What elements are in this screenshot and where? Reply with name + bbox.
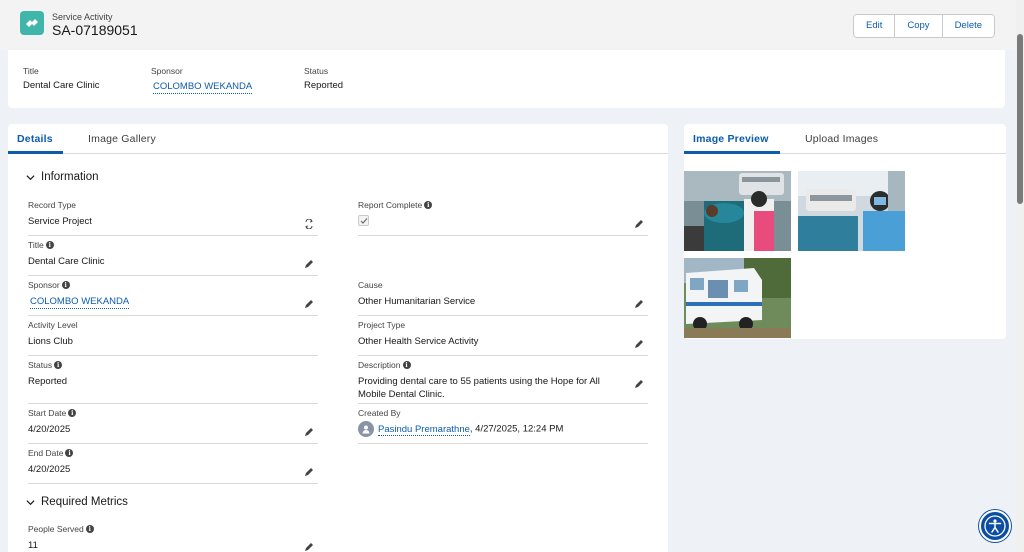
- title-value: Dental Care Clinic: [28, 256, 105, 267]
- required-metrics-heading: Required Metrics: [41, 496, 128, 508]
- record-tabs: Details Image Gallery: [8, 124, 668, 154]
- highlight-status-label: Status: [304, 66, 329, 76]
- user-avatar-icon: [358, 421, 374, 437]
- project-type-value: Other Health Service Activity: [358, 336, 479, 347]
- report-complete-checkbox: [358, 215, 369, 226]
- object-type-label: Service Activity: [52, 12, 113, 22]
- tab-image-preview[interactable]: Image Preview: [693, 133, 769, 145]
- highlights-panel: Title Dental Care Clinic Sponsor COLOMBO…: [8, 50, 1005, 108]
- field-description: Description i Providing dental care to 55…: [358, 360, 648, 404]
- info-icon[interactable]: i: [402, 361, 411, 369]
- details-card: Details Image Gallery Information Record…: [8, 124, 668, 552]
- field-cause: Cause Other Humanitarian Service: [358, 280, 648, 316]
- field-people-served: People Served i 11: [28, 524, 318, 552]
- highlight-status-value: Reported: [304, 80, 344, 91]
- accessibility-button[interactable]: [979, 510, 1011, 542]
- checkmark-icon: [360, 217, 367, 224]
- field-start-date: Start Date i 4/20/2025: [28, 408, 318, 444]
- created-by-timestamp: , 4/27/2025, 12:24 PM: [469, 423, 564, 435]
- record-type-label: Record Type: [28, 200, 77, 210]
- information-section-toggle[interactable]: Information: [26, 171, 99, 183]
- chevron-down-icon: [26, 174, 35, 180]
- info-icon[interactable]: i: [65, 449, 74, 457]
- created-by-label: Created By: [358, 408, 401, 418]
- copy-button[interactable]: Copy: [895, 15, 943, 37]
- status-value: Reported: [28, 376, 68, 387]
- created-by-value: Pasindu Premarathne, 4/27/2025, 12:24 PM: [358, 421, 563, 437]
- chevron-down-icon: [26, 499, 35, 505]
- record-title: SA-07189051: [52, 22, 138, 38]
- created-by-user-link[interactable]: Pasindu Premarathne: [378, 423, 470, 436]
- field-title: Title i Dental Care Clinic: [28, 240, 318, 276]
- edit-pencil-icon[interactable]: [304, 542, 314, 552]
- highlight-title-label: Title: [23, 66, 39, 76]
- field-created-by: Created By Pasindu Premarathne, 4/27/202…: [358, 408, 648, 444]
- project-type-label: Project Type: [358, 320, 406, 330]
- people-served-value: 11: [28, 540, 38, 551]
- information-heading: Information: [41, 171, 99, 183]
- active-tab-indicator: [684, 151, 780, 154]
- field-activity-level: Activity Level Lions Club: [28, 320, 318, 356]
- image-thumbnail-2[interactable]: [798, 171, 905, 251]
- field-report-complete: Report Complete i: [358, 200, 648, 236]
- description-label: Description i: [358, 360, 411, 370]
- highlight-sponsor-link[interactable]: COLOMBO WEKANDA: [153, 81, 253, 94]
- edit-pencil-icon[interactable]: [304, 259, 314, 269]
- service-activity-icon: [20, 11, 44, 35]
- sponsor-link[interactable]: COLOMBO WEKANDA: [30, 295, 130, 309]
- cause-value: Other Humanitarian Service: [358, 296, 476, 307]
- change-record-type-icon[interactable]: [304, 219, 314, 229]
- required-metrics-section-toggle[interactable]: Required Metrics: [26, 496, 128, 508]
- end-date-value: 4/20/2025: [28, 464, 71, 475]
- description-value: Providing dental care to 55 patients usi…: [358, 376, 600, 400]
- title-label: Title i: [28, 240, 54, 250]
- tab-image-gallery[interactable]: Image Gallery: [88, 133, 156, 145]
- info-icon[interactable]: i: [85, 525, 94, 533]
- info-icon[interactable]: i: [424, 201, 433, 209]
- action-button-group: Edit Copy Delete: [853, 14, 996, 38]
- image-thumbnail-3[interactable]: [684, 258, 791, 338]
- edit-pencil-icon[interactable]: [634, 219, 644, 229]
- info-icon[interactable]: i: [61, 281, 70, 289]
- end-date-label: End Date i: [28, 448, 74, 458]
- activity-level-value: Lions Club: [28, 336, 73, 347]
- edit-pencil-icon[interactable]: [634, 299, 644, 309]
- edit-pencil-icon[interactable]: [304, 299, 314, 309]
- field-end-date: End Date i 4/20/2025: [28, 448, 318, 484]
- cause-label: Cause: [358, 280, 383, 290]
- info-icon[interactable]: i: [45, 241, 54, 249]
- start-date-label: Start Date i: [28, 408, 77, 418]
- tab-upload-images[interactable]: Upload Images: [805, 133, 878, 145]
- image-thumbnail-1[interactable]: [684, 171, 791, 251]
- field-status: Status i Reported: [28, 360, 318, 404]
- status-label: Status i: [28, 360, 63, 370]
- edit-pencil-icon[interactable]: [634, 339, 644, 349]
- accessibility-icon: [984, 515, 1006, 537]
- field-record-type: Record Type Service Project: [28, 200, 318, 236]
- image-panel: Image Preview Upload Images: [684, 124, 1006, 339]
- start-date-value: 4/20/2025: [28, 424, 71, 435]
- activity-level-label: Activity Level: [28, 320, 78, 330]
- edit-button[interactable]: Edit: [854, 15, 896, 37]
- highlight-title-value: Dental Care Clinic: [23, 80, 100, 91]
- field-sponsor: Sponsor i COLOMBO WEKANDA: [28, 280, 318, 316]
- report-complete-value: [358, 215, 369, 226]
- info-icon[interactable]: i: [68, 409, 77, 417]
- field-project-type: Project Type Other Health Service Activi…: [358, 320, 648, 356]
- edit-pencil-icon[interactable]: [634, 379, 644, 389]
- report-complete-label: Report Complete i: [358, 200, 433, 210]
- active-tab-indicator: [8, 151, 63, 154]
- tab-details[interactable]: Details: [17, 133, 53, 145]
- record-type-value: Service Project: [28, 216, 92, 227]
- edit-pencil-icon[interactable]: [304, 427, 314, 437]
- highlight-sponsor-label: Sponsor: [151, 66, 183, 76]
- people-served-label: People Served i: [28, 524, 94, 534]
- info-icon[interactable]: i: [54, 361, 63, 369]
- image-panel-tabs: Image Preview Upload Images: [684, 124, 1006, 154]
- edit-pencil-icon[interactable]: [304, 467, 314, 477]
- sponsor-label: Sponsor i: [28, 280, 70, 290]
- scrollbar-thumb[interactable]: [1017, 34, 1023, 204]
- delete-button[interactable]: Delete: [942, 15, 995, 37]
